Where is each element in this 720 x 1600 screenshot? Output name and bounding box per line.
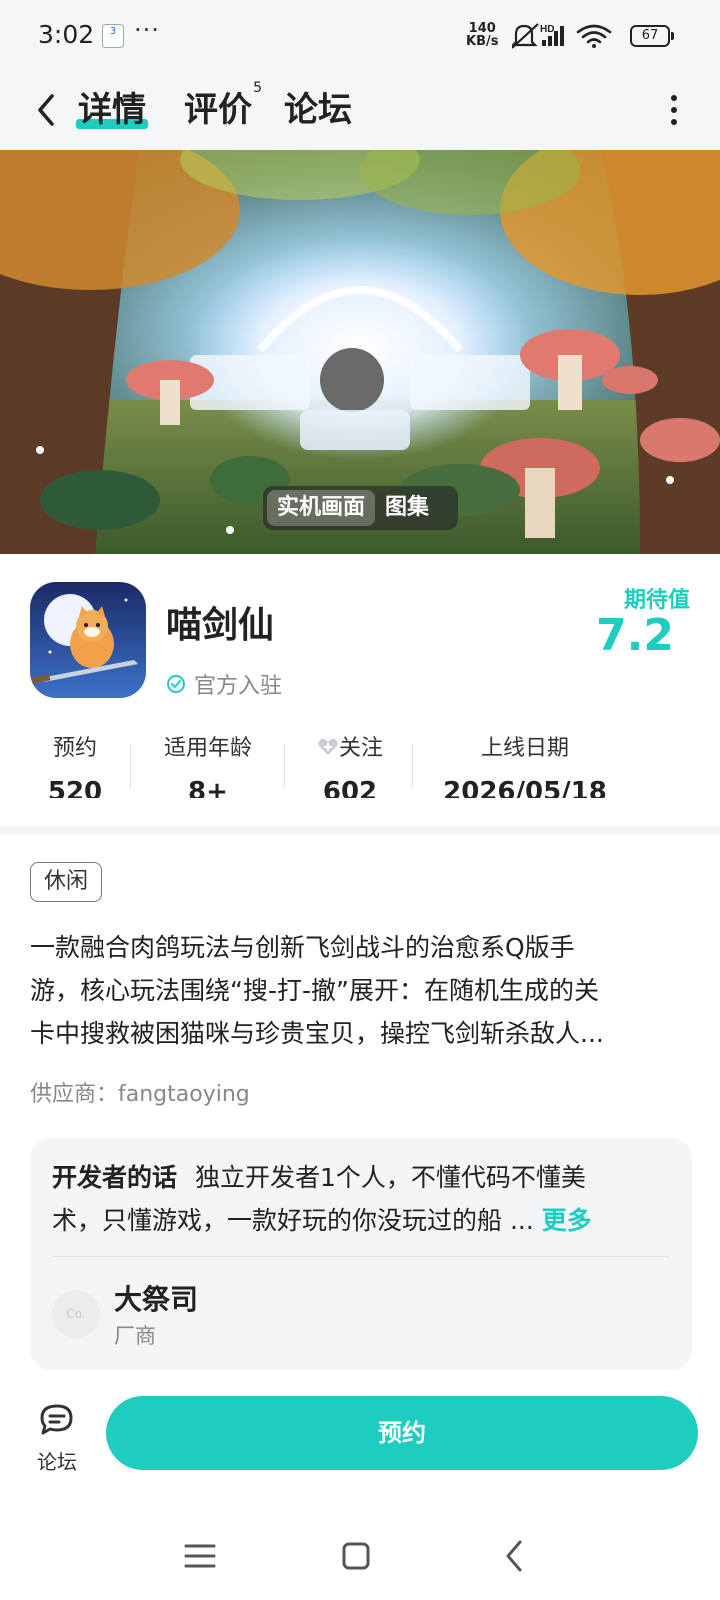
stat-age-rating: 适用年龄 8+ (163, 736, 252, 798)
top-nav: 详情 评价 5 论坛 (0, 70, 720, 150)
more-notifications-icon: ··· (134, 16, 160, 44)
forum-chat-icon (40, 1404, 73, 1435)
game-description[interactable]: 一款融合肉鸽玩法与创新飞剑战斗的治愈系Q版手 游，核心玩法围绕“搜-打-撤”展开… (30, 926, 692, 1055)
review-count-badge: 5 (253, 80, 262, 96)
stat-divider (284, 744, 285, 788)
media-segment-switch: 实机画面 图集 (263, 486, 458, 530)
tab-review[interactable]: 评价 5 (184, 80, 262, 131)
status-icons: HD (512, 23, 612, 49)
status-bar: 3:02 3 ··· 140 KB/s HD 67 (0, 0, 720, 70)
stat-divider (412, 744, 413, 788)
hero-media[interactable]: 实机画面 图集 (0, 150, 720, 554)
hd-label: HD (540, 24, 554, 35)
home-icon (342, 1542, 370, 1570)
system-nav-bar (184, 1540, 522, 1572)
stat-divider (130, 744, 131, 788)
reserve-button[interactable]: 预约 (106, 1396, 698, 1470)
system-back-icon (506, 1540, 522, 1572)
stat-release-date: 上线日期 2026/05/18 (443, 736, 607, 798)
forum-button[interactable]: 论坛 (30, 1402, 84, 1475)
segment-gameplay[interactable]: 实机画面 (267, 490, 376, 526)
segment-gallery[interactable]: 图集 (375, 490, 439, 526)
stats-row: 预约 520 适用年龄 8+ 关注 602 上线日期 2026/05/18 (0, 730, 720, 802)
developer-role: 厂商 (114, 1324, 156, 1348)
card-divider (52, 1256, 670, 1257)
developer-card[interactable]: 开发者的话 独立开发者1个人，不懂代码不懂美 术，只懂游戏，一款好玩的你没玩过的船… (30, 1138, 692, 1370)
verified-check-icon (167, 675, 185, 693)
status-time: 3:02 (38, 20, 95, 49)
app-icon (30, 582, 146, 698)
tab-detail[interactable]: 详情 (76, 82, 148, 131)
heart-icon (318, 738, 338, 755)
tab-forum[interactable]: 论坛 (284, 82, 352, 131)
mute-icon (512, 23, 539, 49)
menu-icon (184, 1544, 216, 1568)
developer-note: 开发者的话 独立开发者1个人，不懂代码不懂美 术，只懂游戏，一款好玩的你没玩过的船… (52, 1163, 592, 1235)
expect-score: 7.2 (596, 610, 674, 661)
stat-followers[interactable]: 关注 602 (300, 730, 400, 798)
battery-icon: 67 (630, 25, 674, 47)
section-divider (0, 826, 720, 834)
more-link[interactable]: 更多 (542, 1206, 592, 1235)
official-badge: 官方入驻 (166, 668, 282, 700)
notification-badge-icon: 3 (102, 24, 124, 48)
genre-tag[interactable]: 休闲 (30, 862, 103, 902)
avatar[interactable]: Co. (52, 1290, 100, 1338)
app-name: 喵剑仙 (166, 605, 275, 646)
net-speed: 140 KB/s (466, 21, 499, 49)
supplier-info: 供应商：fangtaoying (30, 1082, 250, 1107)
wifi-icon (576, 24, 612, 48)
stat-reservations: 预约 520 (47, 736, 103, 798)
more-options-icon[interactable] (668, 92, 680, 128)
developer-name[interactable]: 大祭司 (114, 1278, 198, 1318)
back-arrow-icon[interactable] (26, 88, 66, 132)
